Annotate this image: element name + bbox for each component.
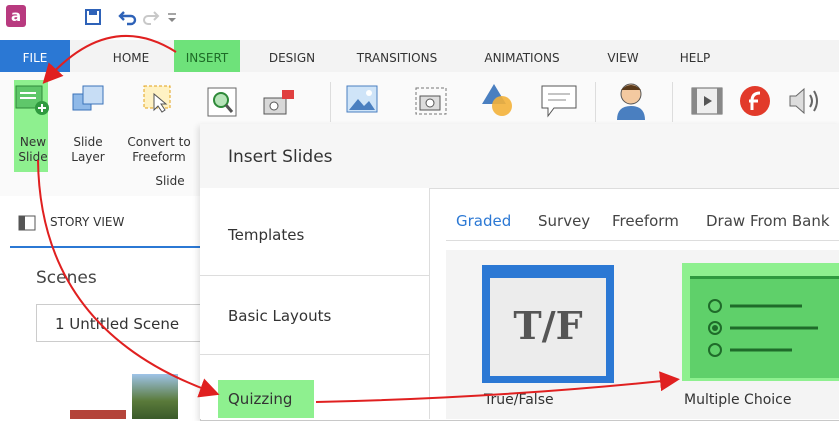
convert-freeform-label: Convert to Freeform bbox=[122, 135, 196, 165]
save-icon[interactable] bbox=[84, 8, 102, 31]
scene-thumbnail[interactable] bbox=[132, 374, 178, 419]
convert-label-line2: Freeform bbox=[132, 150, 186, 164]
slide-layer-label: Slide Layer bbox=[70, 135, 106, 165]
tab-help[interactable]: HELP bbox=[670, 40, 720, 72]
app-logo-icon: a bbox=[6, 5, 26, 27]
ribbon-divider bbox=[595, 82, 596, 122]
category-divider bbox=[200, 275, 429, 276]
true-false-glyph: T/F bbox=[513, 303, 583, 348]
audio-icon[interactable] bbox=[786, 86, 826, 120]
undo-icon[interactable] bbox=[118, 8, 138, 31]
screenshot-icon[interactable] bbox=[412, 80, 450, 122]
tab-design[interactable]: DESIGN bbox=[258, 40, 326, 72]
redo-icon[interactable] bbox=[142, 8, 160, 31]
category-templates[interactable]: Templates bbox=[228, 226, 304, 244]
story-view-label: STORY VIEW bbox=[50, 215, 125, 229]
tab-animations[interactable]: ANIMATIONS bbox=[472, 40, 572, 72]
dialog-title: Insert Slides bbox=[228, 147, 333, 167]
category-basic-layouts[interactable]: Basic Layouts bbox=[228, 307, 331, 325]
subtab-freeform[interactable]: Freeform bbox=[612, 212, 679, 230]
scene-select-value: 1 Untitled Scene bbox=[55, 315, 180, 333]
subtab-survey[interactable]: Survey bbox=[538, 212, 590, 230]
tab-view[interactable]: VIEW bbox=[596, 40, 650, 72]
caption-icon[interactable] bbox=[540, 84, 580, 122]
category-divider bbox=[200, 354, 429, 355]
subtab-divider bbox=[446, 240, 839, 241]
convert-label-line1: Convert to bbox=[127, 135, 191, 149]
screen-recording-icon[interactable] bbox=[262, 86, 296, 122]
slide-thumbnail[interactable] bbox=[70, 410, 126, 419]
picture-icon[interactable] bbox=[345, 84, 379, 120]
flash-icon[interactable] bbox=[738, 84, 772, 122]
zoom-region-icon[interactable] bbox=[206, 86, 238, 122]
slide-layer-label-line1: Slide bbox=[73, 135, 103, 149]
scenes-label: Scenes bbox=[36, 268, 97, 288]
customize-toolbar-icon[interactable] bbox=[166, 10, 178, 30]
slide-layer-icon[interactable] bbox=[71, 84, 107, 120]
subtab-graded[interactable]: Graded bbox=[456, 212, 511, 230]
new-slide-label: New Slide bbox=[16, 135, 50, 165]
video-icon[interactable] bbox=[690, 86, 726, 120]
new-slide-icon bbox=[14, 82, 50, 122]
slide-layer-label-line2: Layer bbox=[71, 150, 105, 164]
scene-select[interactable]: 1 Untitled Scene bbox=[36, 304, 200, 342]
category-quizzing[interactable]: Quizzing bbox=[218, 380, 314, 418]
ribbon-divider bbox=[330, 82, 331, 122]
tab-insert[interactable]: INSERT bbox=[174, 40, 240, 72]
story-view-tab[interactable]: STORY VIEW bbox=[10, 196, 202, 248]
tab-transitions[interactable]: TRANSITIONS bbox=[344, 40, 450, 72]
subtab-draw-from-bank[interactable]: Draw From Bank bbox=[706, 212, 830, 230]
true-false-label: True/False bbox=[484, 392, 554, 408]
tab-home[interactable]: HOME bbox=[98, 40, 164, 72]
multiple-choice-label: Multiple Choice bbox=[684, 392, 792, 408]
convert-freeform-icon[interactable] bbox=[140, 80, 176, 120]
ribbon-divider bbox=[672, 82, 673, 122]
character-icon[interactable] bbox=[614, 80, 648, 124]
multiple-choice-options-icon bbox=[700, 290, 839, 370]
slide-group-label: Slide bbox=[155, 174, 185, 188]
new-slide-label-line2: Slide bbox=[18, 150, 48, 164]
tab-file[interactable]: FILE bbox=[0, 40, 70, 72]
shape-icon[interactable] bbox=[480, 80, 520, 124]
new-slide-label-line1: New bbox=[19, 135, 47, 149]
story-view-icon bbox=[18, 215, 36, 235]
